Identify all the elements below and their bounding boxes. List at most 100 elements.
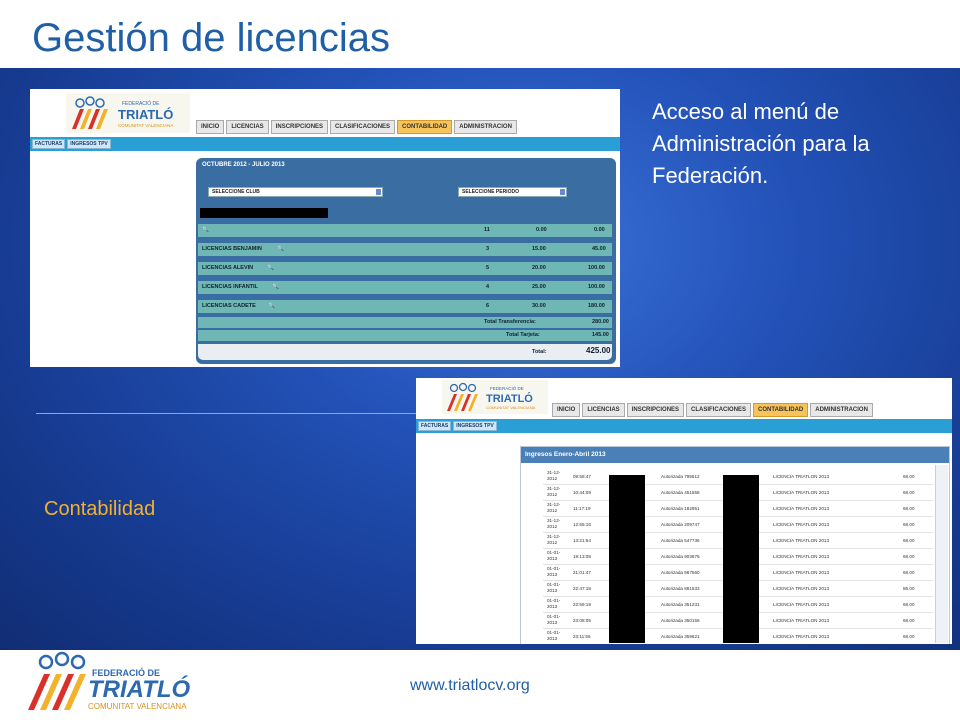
row-amount: 68.00 [903, 554, 915, 559]
row-auth: Autorizada 903676 [661, 554, 700, 559]
redacted-bar [200, 208, 328, 218]
subtab-ingresos-tpv[interactable]: INGRESOS TPV [67, 139, 111, 149]
tab-clasificaciones[interactable]: CLASIFICACIONES [686, 403, 752, 417]
triatlo-logo-small: FEDERACIÓ DE TRIATLÓ COMUNITAT VALENCIAN… [442, 380, 548, 414]
main-nav-tabs: INICIO LICENCIAS INSCRIPCIONES CLASIFICA… [552, 403, 873, 417]
row-date: 01-01-2013 [547, 630, 561, 641]
search-icon[interactable]: 🔍 [202, 227, 209, 233]
row-amount: 68.00 [903, 506, 915, 511]
row-label: LICENCIAS BENJAMIN [202, 246, 262, 252]
row-auth: Autorizada 881533 [661, 586, 700, 591]
row-price: 30.00 [532, 303, 546, 309]
footer-url[interactable]: www.triatlocv.org [410, 677, 530, 695]
row-count: 4 [486, 284, 490, 290]
row-time: 10:44:09 [573, 490, 591, 495]
row-amount: 68.00 [903, 490, 915, 495]
search-icon[interactable]: 🔍 [272, 284, 279, 290]
total-row: Total: 425.00 [198, 344, 612, 360]
row-amount: 68.00 [903, 634, 915, 639]
logo-line1: FEDERACIÓ DE [490, 385, 524, 391]
row-time: 22:59:19 [573, 602, 591, 607]
row-amount: 68.00 [903, 570, 915, 575]
scrollbar[interactable] [935, 465, 948, 643]
logo-line1: FEDERACIÓ DE [122, 100, 160, 107]
contabilidad-label: Contabilidad [44, 498, 156, 520]
row-time: 21:01:47 [573, 570, 591, 575]
club-select-value: SELECCIONE CLUB [212, 189, 260, 195]
tab-contabilidad[interactable]: CONTABILIDAD [753, 403, 809, 417]
logo-line2: TRIATLÓ [486, 392, 533, 405]
table-row: LICENCIAS CADETE 🔍 6 30.00 180.00 [198, 300, 612, 313]
subtab-facturas[interactable]: FACTURAS [32, 139, 66, 149]
row-auth: Autorizada 359621 [661, 634, 700, 639]
search-icon[interactable]: 🔍 [268, 303, 275, 309]
row-concept: LICENCIA TRIATLON 2013 [773, 570, 829, 575]
tab-inicio[interactable]: INICIO [552, 403, 581, 417]
licencias-panel: OCTUBRE 2012 - JULIO 2013 SELECCIONE CLU… [196, 158, 616, 364]
total-label: Total: [532, 349, 547, 355]
total-tarjeta-label: Total Tarjeta: [506, 332, 540, 338]
total-tarjeta-row: Total Tarjeta: 145.00 [198, 330, 612, 341]
ingresos-screenshot: FEDERACIÓ DE TRIATLÓ COMUNITAT VALENCIAN… [416, 378, 952, 644]
row-amount: 68.00 [903, 474, 915, 479]
chevron-down-icon [560, 189, 565, 195]
row-time: 22:47:18 [573, 586, 591, 591]
row-auth: Autorizada 350156 [661, 618, 700, 623]
row-date: 31-12-2012 [547, 534, 561, 545]
tab-administracion[interactable]: ADMINISTRACION [810, 403, 873, 417]
row-amount: 68.00 [903, 618, 915, 623]
admin-access-description: Acceso al menú de Administración para la… [652, 99, 870, 188]
row-amount: 68.00 [903, 602, 915, 607]
row-price: 0.00 [536, 227, 547, 233]
row-date: 01-01-2013 [547, 566, 561, 577]
row-total: 45.00 [592, 246, 606, 252]
tab-inscripciones[interactable]: INSCRIPCIONES [626, 403, 685, 417]
total-transferencia-value: 280.00 [592, 319, 609, 325]
ingresos-panel: Ingresos Enero-Abril 2013 31-12-2012 09:5… [520, 446, 950, 644]
tab-administracion[interactable]: ADMINISTRACION [454, 120, 517, 134]
row-time: 12:55:16 [573, 522, 591, 527]
row-auth: Autorizada 547736 [661, 538, 700, 543]
row-count: 6 [486, 303, 490, 309]
redacted-column [723, 475, 759, 643]
row-date: 31-12-2012 [547, 518, 561, 529]
row-date: 01-01-2013 [547, 598, 561, 609]
row-time: 19:13:08 [573, 554, 591, 559]
row-auth: Autorizada 451558 [661, 490, 700, 495]
row-concept: LICENCIA TRIATLON 2013 [773, 506, 829, 511]
row-date: 01-01-2013 [547, 614, 561, 625]
periodo-select[interactable]: SELECCIONE PERIODO [458, 187, 567, 197]
subtab-ingresos-tpv[interactable]: INGRESOS TPV [453, 421, 497, 431]
tab-licencias[interactable]: LICENCIAS [226, 120, 269, 134]
ingresos-title: Ingresos Enero-Abril 2013 [521, 447, 949, 463]
row-total: 180.00 [588, 303, 605, 309]
tab-inicio[interactable]: INICIO [196, 120, 225, 134]
row-count: 5 [486, 265, 490, 271]
tab-licencias[interactable]: LICENCIAS [582, 403, 625, 417]
row-auth: Autorizada 795512 [661, 474, 700, 479]
row-date: 01-01-2013 [547, 550, 561, 561]
tab-clasificaciones[interactable]: CLASIFICACIONES [330, 120, 396, 134]
divider-line [36, 413, 418, 414]
search-icon[interactable]: 🔍 [277, 246, 284, 252]
row-total: 100.00 [588, 284, 605, 290]
search-icon[interactable]: 🔍 [267, 265, 274, 271]
row-concept: LICENCIA TRIATLON 2013 [773, 586, 829, 591]
total-value: 425.00 [586, 346, 611, 355]
row-total: 0.00 [594, 227, 605, 233]
row-label: LICENCIAS INFANTIL [202, 284, 258, 290]
tab-contabilidad[interactable]: CONTABILIDAD [397, 120, 453, 134]
row-auth: Autorizada 351231 [661, 602, 700, 607]
subtab-facturas[interactable]: FACTURAS [418, 421, 452, 431]
row-concept: LICENCIA TRIATLON 2013 [773, 634, 829, 639]
sub-nav-bar: FACTURAS INGRESOS TPV [416, 419, 952, 433]
row-count: 3 [486, 246, 490, 252]
tab-inscripciones[interactable]: INSCRIPCIONES [270, 120, 329, 134]
club-select[interactable]: SELECCIONE CLUB [208, 187, 383, 197]
table-row: LICENCIAS BENJAMIN 🔍 3 15.00 45.00 [198, 243, 612, 256]
row-concept: LICENCIA TRIATLON 2013 [773, 618, 829, 623]
row-auth: Autorizada 967560 [661, 570, 700, 575]
slide-title: Gestión de licencias [32, 16, 390, 60]
row-concept: LICENCIA TRIATLON 2013 [773, 554, 829, 559]
licencias-screenshot: FEDERACIÓ DE TRIATLÓ COMUNITAT VALENCIAN… [30, 89, 620, 367]
